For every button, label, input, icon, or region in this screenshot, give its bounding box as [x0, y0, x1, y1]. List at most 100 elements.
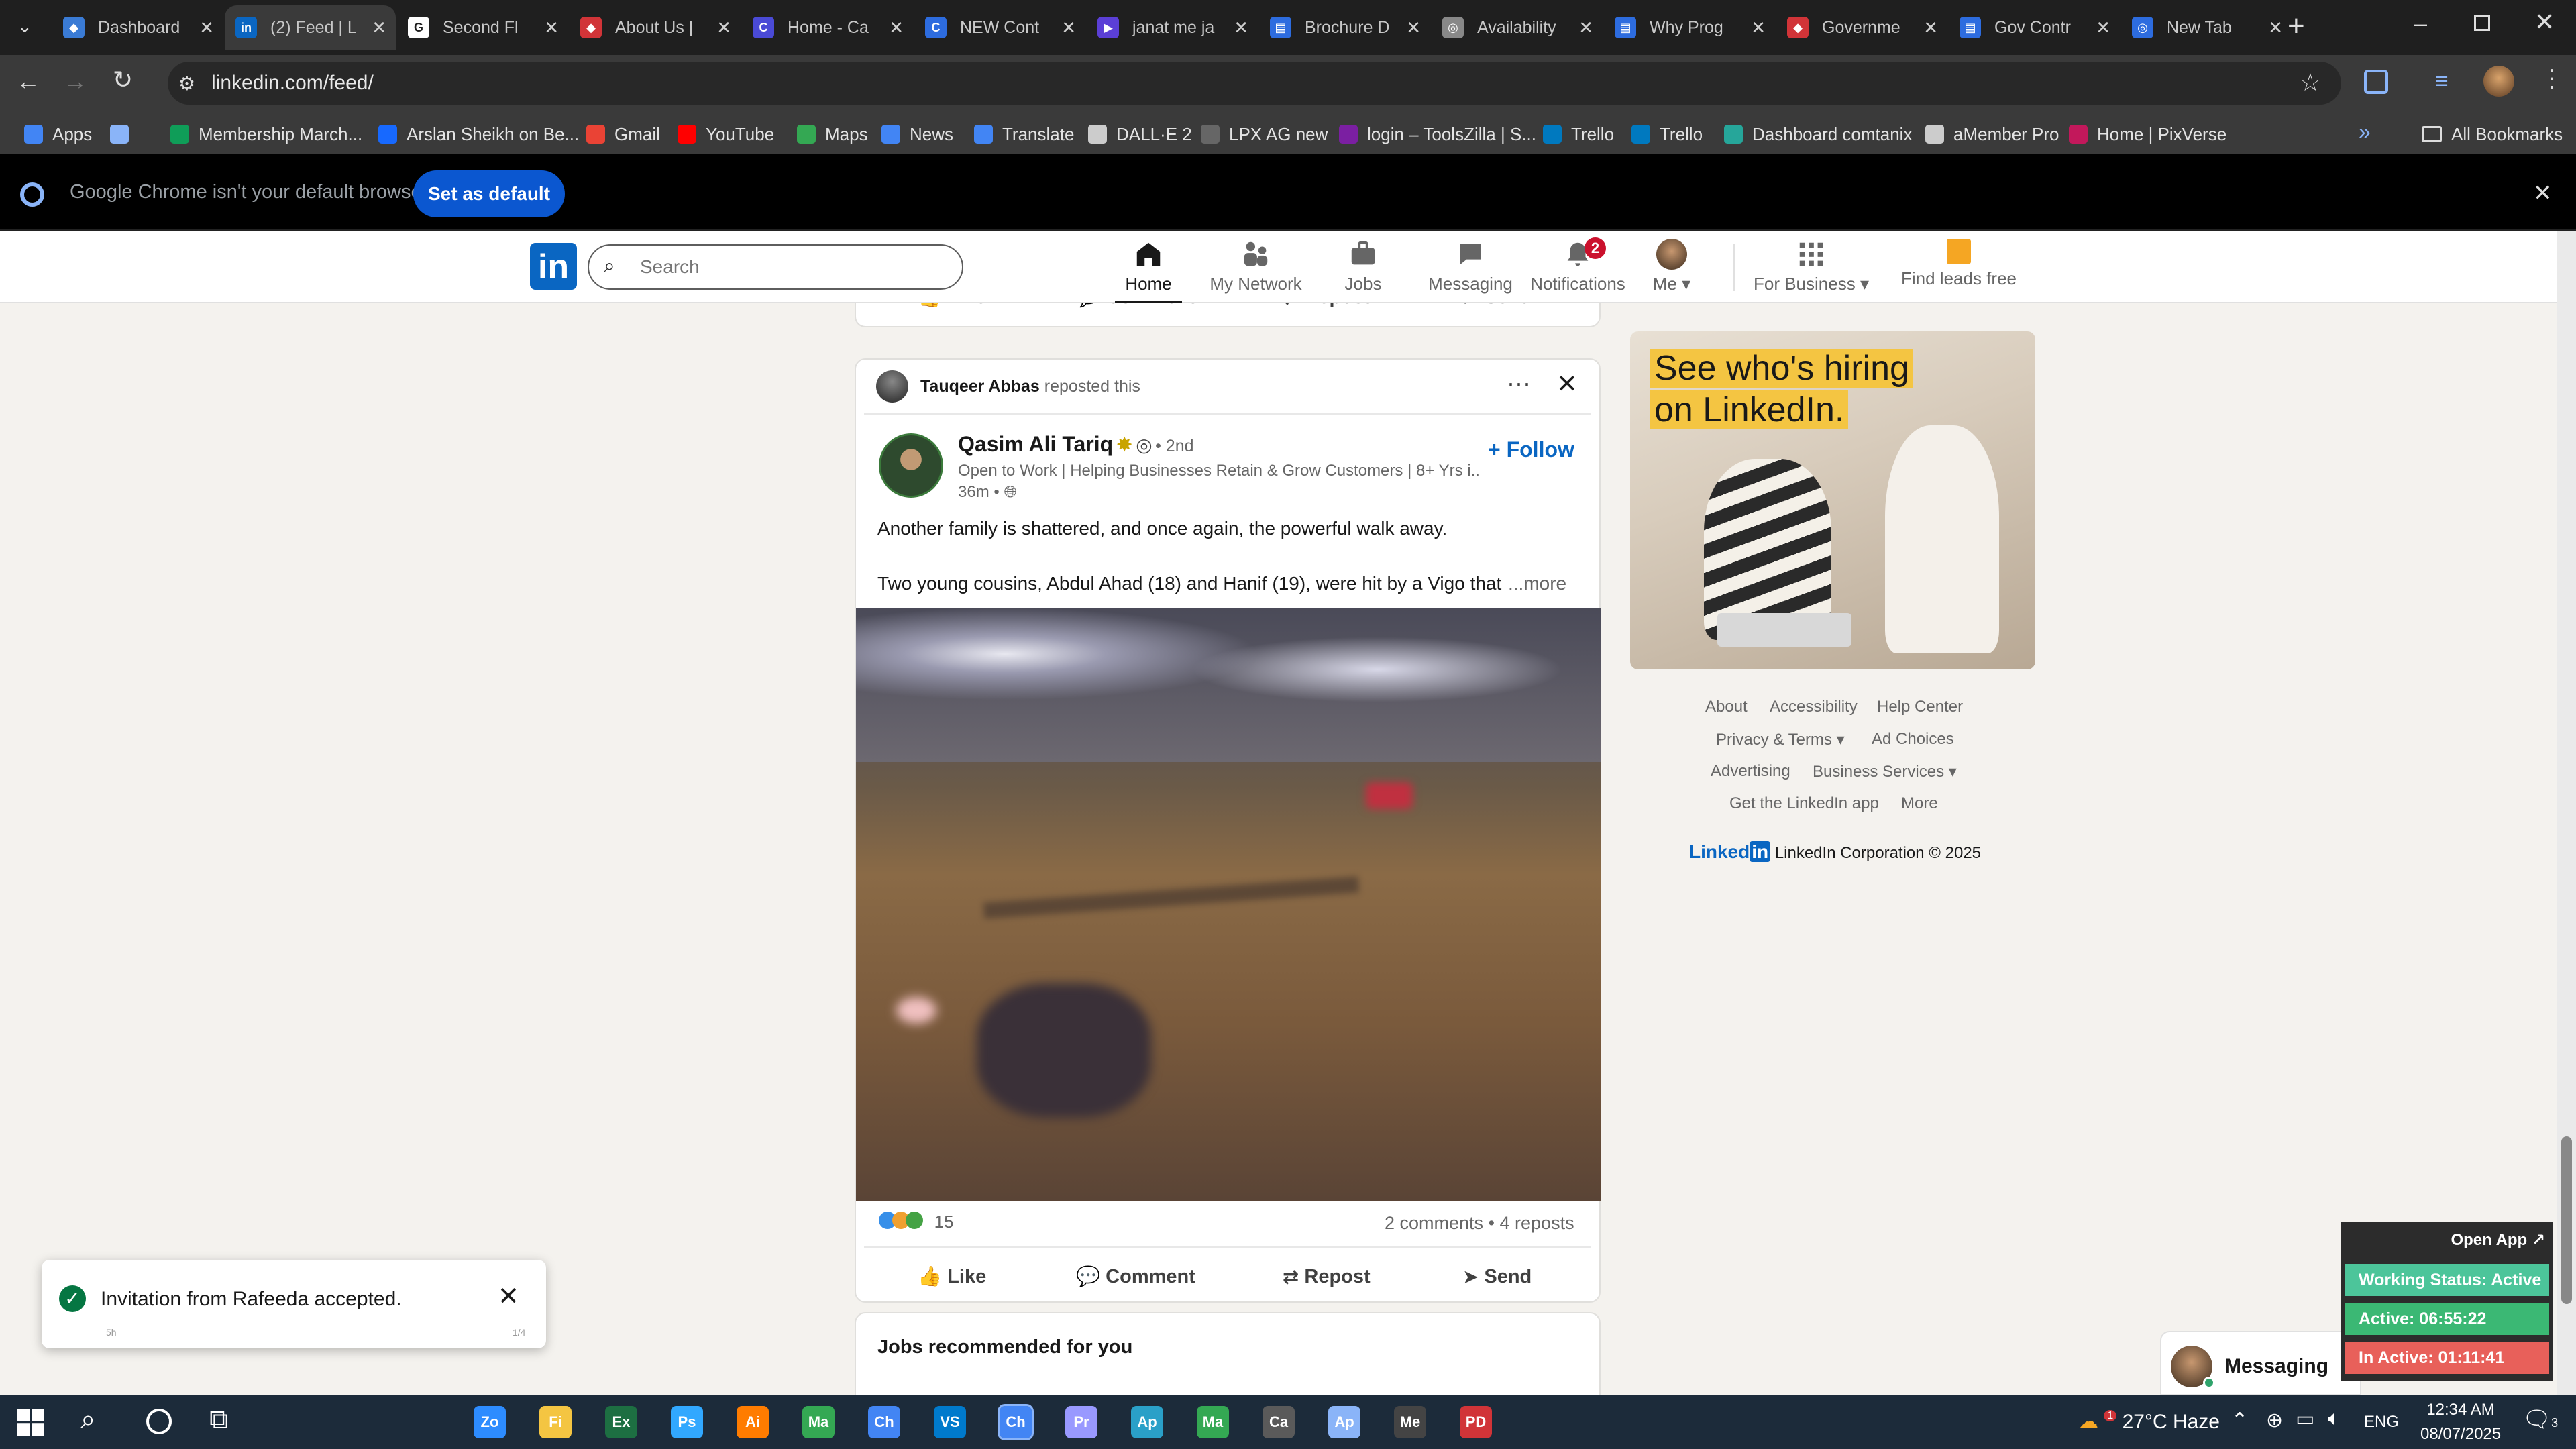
reload-icon[interactable]: ↻ — [113, 66, 133, 94]
taskbar-app-icon[interactable]: Ex — [605, 1406, 637, 1438]
footer-more[interactable]: More — [1901, 794, 1938, 813]
footer-get-app[interactable]: Get the LinkedIn app — [1729, 794, 1879, 813]
tab-close-icon[interactable]: ✕ — [372, 17, 386, 38]
taskbar-app-icon[interactable]: Ma — [802, 1406, 835, 1438]
post-send-button[interactable]: ➤ Send — [1462, 1265, 1532, 1289]
bookmark-item[interactable]: Membership March... — [170, 122, 362, 146]
tray-chevron-icon[interactable]: ⌃ — [2231, 1409, 2248, 1432]
nav-messaging[interactable]: Messaging — [1410, 239, 1531, 299]
back-icon[interactable]: ← — [16, 67, 40, 95]
tab-close-icon[interactable]: ✕ — [889, 17, 904, 38]
nav-home[interactable]: Home — [1088, 239, 1209, 303]
action-center-icon[interactable]: 🗨︎3 — [2522, 1406, 2558, 1433]
volume-icon[interactable]: 🔈︎ — [2328, 1407, 2340, 1430]
author-avatar[interactable] — [879, 433, 943, 498]
tab-close-icon[interactable]: ✕ — [1234, 17, 1248, 38]
search-icon[interactable]: ⌕ — [80, 1405, 95, 1435]
language-indicator[interactable]: ENG — [2364, 1413, 2399, 1432]
browser-tab[interactable]: ▤ Gov Contr ✕ — [1949, 5, 2120, 50]
clock[interactable]: 12:34 AM 08/07/2025 — [2420, 1401, 2501, 1444]
taskbar-app-icon[interactable]: Ap — [1131, 1406, 1163, 1438]
reposter-avatar[interactable] — [876, 370, 908, 402]
post-like-button[interactable]: 👍 Like — [918, 1265, 986, 1288]
browser-tab[interactable]: ▤ Brochure D ✕ — [1259, 5, 1430, 50]
footer-about[interactable]: About — [1705, 698, 1748, 716]
bookmark-item[interactable]: DALL·E 2 — [1088, 122, 1192, 146]
tab-close-icon[interactable]: ✕ — [2096, 17, 2110, 38]
nav-me[interactable]: Me ▾ — [1625, 239, 1719, 299]
bookmark-item[interactable]: Maps — [797, 122, 868, 146]
bookmark-item[interactable]: Translate — [974, 122, 1074, 146]
menu-icon[interactable]: ⋮ — [2540, 64, 2564, 93]
messaging-dock[interactable]: Messaging — [2160, 1331, 2361, 1395]
browser-tab[interactable]: ◆ Dashboard ✕ — [52, 5, 223, 50]
weather-widget[interactable]: ☁ 1 27°C Haze — [2078, 1410, 2220, 1434]
profile-avatar[interactable] — [2483, 66, 2514, 97]
dismiss-post-icon[interactable]: ✕ — [1556, 369, 1578, 399]
taskbar-app-icon[interactable]: Fi — [539, 1406, 572, 1438]
browser-tab[interactable]: ◎ Availability ✕ — [1432, 5, 1603, 50]
bookmark-item[interactable]: Trello — [1543, 122, 1614, 146]
browser-tab[interactable]: in (2) Feed | L ✕ — [225, 5, 396, 50]
nav-notifications[interactable]: Notifications 2 — [1517, 237, 1638, 299]
browser-tab[interactable]: C Home - Ca ✕ — [742, 5, 913, 50]
task-view-icon[interactable]: ⧉ — [209, 1405, 229, 1435]
author-name[interactable]: Qasim Ali Tariq — [958, 432, 1113, 456]
bookmark-item[interactable]: Apps — [24, 122, 92, 146]
tab-search-icon[interactable]: ⌄ — [17, 16, 32, 37]
footer-advertising[interactable]: Advertising — [1711, 762, 1790, 781]
tab-close-icon[interactable]: ✕ — [716, 17, 731, 38]
browser-tab[interactable]: C NEW Cont ✕ — [914, 5, 1085, 50]
close-infobar-icon[interactable]: ✕ — [2533, 180, 2553, 207]
footer-ad-choices[interactable]: Ad Choices — [1872, 730, 1954, 749]
nav-find-leads[interactable]: Find leads free — [1892, 239, 2026, 299]
set-as-default-button[interactable]: Set as default — [413, 170, 565, 217]
taskbar-app-icon[interactable]: Zo — [474, 1406, 506, 1438]
bookmark-item[interactable]: Home | PixVerse — [2069, 122, 2226, 146]
tab-close-icon[interactable]: ✕ — [1923, 17, 1938, 38]
taskbar-app-icon[interactable]: Ch — [868, 1406, 900, 1438]
start-icon[interactable] — [17, 1409, 44, 1436]
browser-tab[interactable]: ▶ janat me ja ✕ — [1087, 5, 1258, 50]
cortana-icon[interactable] — [146, 1409, 172, 1434]
taskbar-app-icon[interactable]: Ca — [1263, 1406, 1295, 1438]
taskbar-app-icon[interactable]: PD — [1460, 1406, 1492, 1438]
tab-close-icon[interactable]: ✕ — [2268, 17, 2283, 38]
taskbar-app-icon[interactable]: Pr — [1065, 1406, 1097, 1438]
post-stats[interactable]: 2 comments • 4 reposts — [1385, 1213, 1574, 1234]
follow-button[interactable]: + Follow — [1488, 437, 1574, 462]
scrollbar-thumb[interactable] — [2561, 1136, 2572, 1304]
taskbar-app-icon[interactable]: Ai — [737, 1406, 769, 1438]
forward-icon[interactable]: → — [63, 67, 87, 95]
footer-help-center[interactable]: Help Center — [1877, 698, 1963, 716]
new-tab-button[interactable]: + — [2288, 9, 2305, 43]
search-input[interactable] — [640, 252, 949, 282]
site-info-icon[interactable]: ⚙ — [178, 72, 195, 95]
network-icon[interactable]: ▭ — [2296, 1407, 2314, 1431]
taskbar-app-icon[interactable]: Ap — [1328, 1406, 1360, 1438]
bookmark-item[interactable]: Dashboard comtanix — [1724, 122, 1912, 146]
taskbar-app-icon[interactable]: Ma — [1197, 1406, 1229, 1438]
more-options-icon[interactable]: ··· — [1507, 369, 1531, 397]
bookmark-item[interactable]: Gmail — [586, 122, 660, 146]
minimize-button[interactable]: – — [2414, 9, 2427, 38]
nav-my-network[interactable]: My Network — [1195, 239, 1316, 299]
browser-tab[interactable]: ▤ Why Prog ✕ — [1604, 5, 1775, 50]
taskbar-app-icon[interactable]: Me — [1394, 1406, 1426, 1438]
open-app-button[interactable]: Open App ↗ — [2451, 1230, 2545, 1250]
browser-tab[interactable]: ◆ About Us | ✕ — [570, 5, 741, 50]
bookmark-item[interactable] — [110, 122, 138, 146]
bookmark-item[interactable]: News — [881, 122, 953, 146]
extensions-icon[interactable] — [2364, 70, 2388, 94]
browser-tab[interactable]: G Second Fl ✕ — [397, 5, 568, 50]
bookmark-item[interactable]: aMember Pro — [1925, 122, 2059, 146]
more-bookmarks-icon[interactable]: » — [2359, 119, 2371, 144]
tab-close-icon[interactable]: ✕ — [1751, 17, 1766, 38]
reposter-name[interactable]: Tauqeer Abbas — [920, 377, 1040, 396]
footer-business-services[interactable]: Business Services ▾ — [1813, 762, 1957, 782]
taskbar-app-icon[interactable]: VS — [934, 1406, 966, 1438]
footer-accessibility[interactable]: Accessibility — [1770, 698, 1858, 716]
bookmark-item[interactable]: Arslan Sheikh on Be... — [378, 122, 579, 146]
post-video[interactable] — [856, 608, 1601, 1201]
bookmark-star-icon[interactable]: ☆ — [2300, 68, 2321, 97]
